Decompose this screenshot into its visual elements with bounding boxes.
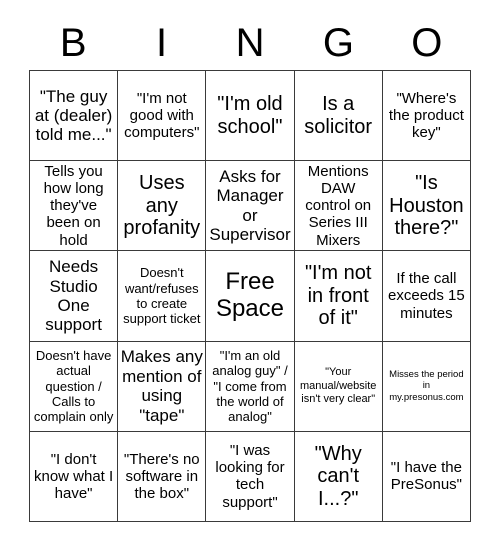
bingo-cell-text: Needs Studio One support (45, 257, 102, 335)
bingo-cell[interactable]: Free Space (206, 251, 295, 342)
bingo-cell[interactable]: "Is Houston there?" (382, 161, 471, 252)
bingo-cell-text: "I don't know what I have" (33, 450, 114, 503)
bingo-cell-text: Uses any profanity (123, 172, 201, 239)
bingo-cell[interactable]: "Why can't I...?" (294, 431, 383, 522)
bingo-cell[interactable]: Doesn't want/refuses to create support t… (118, 251, 207, 342)
bingo-cell[interactable]: "I'm not good with computers" (118, 71, 207, 162)
bingo-cell[interactable]: "I have the PreSonus" (382, 431, 471, 522)
bingo-cell-text: "Your manual/website isn't very clear" (299, 366, 377, 405)
bingo-cell-text: "Is Houston there?" (389, 172, 464, 239)
bingo-cell[interactable]: If the call exceeds 15 minutes (382, 251, 471, 342)
bingo-cell[interactable]: Makes any mention of using "tape" (118, 341, 207, 432)
bingo-cell-text: Tells you how long they've been on hold (43, 162, 104, 249)
bingo-cell-text: "I have the PreSonus" (390, 459, 462, 494)
bingo-cell[interactable]: Uses any profanity (118, 161, 207, 252)
bingo-cell[interactable]: "I was looking for tech support" (206, 431, 295, 522)
bingo-cell-text: "I'm not good with computers" (124, 89, 200, 142)
bingo-cell[interactable]: Misses the period in my.presonus.com (382, 341, 471, 432)
bingo-cell-text: Is a solicitor (304, 93, 373, 138)
bingo-cell[interactable]: Needs Studio One support (30, 251, 119, 342)
bingo-cell-text: Misses the period in my.presonus.com (389, 368, 464, 403)
header-letter-i: I (156, 21, 168, 65)
bingo-cell-text: "Why can't I...?" (314, 442, 362, 510)
bingo-cell-text: "There's no software in the box" (123, 450, 200, 503)
bingo-cell-text: "I'm old school" (217, 93, 283, 138)
bingo-cell[interactable]: Is a solicitor (294, 71, 383, 162)
bingo-cell-text: Mentions DAW control on Series III Mixer… (305, 162, 372, 249)
bingo-cell-text: Asks for Manager or Supervisor (209, 167, 291, 245)
bingo-cell[interactable]: Doesn't have actual question / Calls to … (30, 341, 119, 432)
bingo-cell[interactable]: "Where's the product key" (382, 71, 471, 162)
header-letter-o: O (411, 21, 443, 65)
bingo-cell-text: "Where's the product key" (388, 89, 464, 142)
bingo-cell[interactable]: Mentions DAW control on Series III Mixer… (294, 161, 383, 252)
bingo-cell-text: "The guy at (dealer) told me..." (34, 86, 113, 145)
bingo-cell-text: Free Space (215, 268, 285, 322)
bingo-cell[interactable]: "I'm not in front of it" (294, 251, 383, 342)
bingo-cell[interactable]: Tells you how long they've been on hold (30, 161, 119, 252)
bingo-cell-text: Makes any mention of using "tape" (120, 347, 203, 425)
bingo-card: B I N G O "The guy at (dealer) told me..… (0, 0, 500, 544)
bingo-cell[interactable]: "The guy at (dealer) told me..." (30, 71, 119, 162)
bingo-cell[interactable]: Asks for Manager or Supervisor (206, 161, 295, 252)
bingo-cell[interactable]: "There's no software in the box" (118, 431, 207, 522)
header-letter-n: N (235, 21, 265, 65)
header-letter-g: G (322, 21, 354, 65)
bingo-cell[interactable]: "I'm old school" (206, 71, 295, 162)
header-letter-b: B (59, 21, 87, 65)
bingo-cell-text: "I was looking for tech support" (215, 441, 285, 511)
bingo-cell[interactable]: "Your manual/website isn't very clear" (294, 341, 383, 432)
bingo-cell[interactable]: "I don't know what I have" (30, 431, 119, 522)
bingo-cell-text: If the call exceeds 15 minutes (388, 270, 465, 322)
bingo-cell-text: Doesn't have actual question / Calls to … (33, 347, 114, 425)
bingo-cell-text: "I'm not in front of it" (304, 262, 372, 330)
bingo-cell[interactable]: "I'm an old analog guy" / "I come from t… (206, 341, 295, 432)
bingo-cell-text: "I'm an old analog guy" / "I come from t… (212, 347, 288, 425)
bingo-cell-text: Doesn't want/refuses to create support t… (123, 265, 201, 327)
bingo-header: B I N G O (29, 18, 471, 68)
bingo-grid: "The guy at (dealer) told me..." "I'm not… (29, 70, 471, 522)
